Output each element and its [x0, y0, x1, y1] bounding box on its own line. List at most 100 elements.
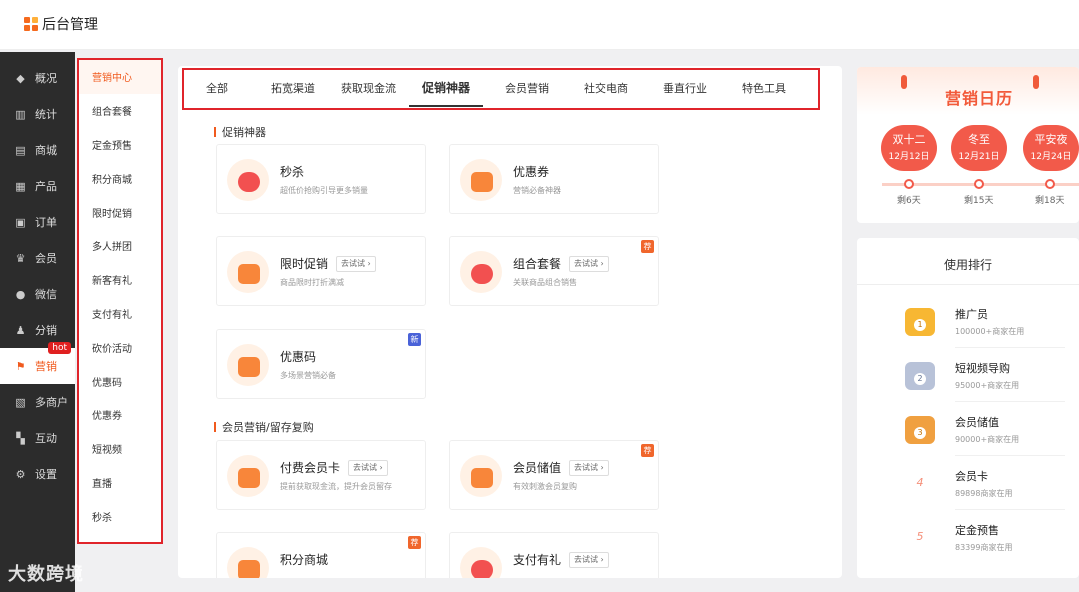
section-title-promo: 促销神器: [214, 124, 266, 140]
tool-card-pay-gift[interactable]: 支付有礼 去试试 ›: [449, 532, 659, 578]
submenu-item-new-customer[interactable]: 新客有礼: [79, 263, 161, 297]
calendar-event[interactable]: 双十二 12月12日: [881, 125, 937, 171]
tab-social-commerce[interactable]: 社交电商: [562, 70, 641, 108]
coupon-icon: [460, 159, 502, 201]
sidebar-item-orders[interactable]: ▣ 订单: [0, 204, 75, 240]
ranking-item[interactable]: 1 推广员 100000+商家在用: [899, 294, 1079, 348]
card-desc: 超低价抢购引导更多销量: [280, 186, 368, 195]
sidebar-item-multi-merchant[interactable]: ▧ 多商户: [0, 384, 75, 420]
submenu-item-live[interactable]: 直播: [79, 466, 161, 500]
try-button[interactable]: 去试试 ›: [336, 255, 376, 272]
sidebar-item-marketing[interactable]: ⚑ 营销 hot: [0, 342, 75, 384]
try-button[interactable]: 去试试 ›: [569, 459, 609, 476]
event-name: 冬至: [968, 133, 990, 146]
submenu-item-group-buy[interactable]: 多人拼团: [79, 229, 161, 263]
ranking-item-count: 90000+商家在用: [955, 435, 1020, 444]
ranking-item-count: 95000+商家在用: [955, 381, 1020, 390]
sidebar-item-label: 设置: [35, 468, 57, 481]
tool-card-combo[interactable]: 组合套餐 去试试 › 关联商品组合销售 荐: [449, 236, 659, 306]
tool-card-points-mall[interactable]: 积分商城 荐: [216, 532, 426, 578]
calendar-event[interactable]: 平安夜 12月24日: [1023, 125, 1079, 171]
calendar-event[interactable]: 冬至 12月21日: [951, 125, 1007, 171]
tool-card-seckill[interactable]: 秒杀 超低价抢购引导更多销量: [216, 144, 426, 214]
sidebar-item-label: 商城: [35, 144, 57, 157]
watermark: 大数跨境: [8, 564, 84, 585]
sidebar-item-overview[interactable]: ◆ 概况: [0, 60, 75, 96]
marketing-calendar: 营销日历 双十二 12月12日 冬至 12月21日 平安夜 12月24日 剩6天…: [857, 67, 1079, 223]
ranking-item[interactable]: 4 会员卡 89898商家在用: [899, 456, 1079, 510]
try-button[interactable]: 去试试 ›: [569, 255, 609, 272]
card-title: 会员储值: [513, 461, 562, 475]
try-button[interactable]: 去试试 ›: [569, 551, 609, 568]
rank-number: 4: [916, 476, 924, 489]
submenu-item-seckill[interactable]: 秒杀: [79, 499, 161, 533]
usage-ranking: 使用排行 1 推广员 100000+商家在用 2 短视频导购 95000+商家在…: [857, 238, 1079, 578]
ranking-item[interactable]: 2 短视频导购 95000+商家在用: [899, 348, 1079, 402]
tool-card-paid-member[interactable]: 付费会员卡 去试试 › 提前获取现金流，提升会员留存: [216, 440, 426, 510]
submenu-item-short-video[interactable]: 短视频: [79, 432, 161, 466]
card-desc: 关联商品组合销售: [513, 278, 577, 287]
sidebar-item-settings[interactable]: ⚙ 设置: [0, 456, 75, 492]
sidebar-item-label: 营销: [35, 360, 57, 373]
gear-icon: ⚙: [15, 467, 26, 481]
submenu-item-pay-gift[interactable]: 支付有礼: [79, 297, 161, 331]
ranking-item[interactable]: 3 会员储值 90000+商家在用: [899, 402, 1079, 456]
sidebar-item-wechat[interactable]: ● 微信: [0, 276, 75, 312]
ranking-item[interactable]: 5 定金预售 83399商家在用: [899, 510, 1079, 564]
event-date: 12月21日: [958, 152, 1000, 162]
ranking-item-name: 短视频导购: [955, 362, 1010, 375]
sidebar-item-label: 微信: [35, 288, 57, 301]
tab-vertical-industry[interactable]: 垂直行业: [641, 70, 720, 108]
gold-medal-icon: 1: [905, 308, 935, 336]
discount-icon: [227, 251, 269, 293]
try-button[interactable]: 去试试 ›: [348, 459, 388, 476]
recommend-badge: 荐: [641, 444, 654, 457]
shop-icon: ▤: [15, 143, 26, 157]
sidebar-item-interaction[interactable]: ▚ 互动: [0, 420, 75, 456]
submenu-item-flash-promo[interactable]: 限时促销: [79, 195, 161, 229]
vip-card-icon: [227, 455, 269, 497]
tool-card-member-deposit[interactable]: 会员储值 去试试 › 有效刺激会员复购 荐: [449, 440, 659, 510]
tool-card-coupon[interactable]: 优惠券 营销必备神器: [449, 144, 659, 214]
sidebar-item-label: 统计: [35, 108, 57, 121]
tab-promo-tools[interactable]: 促销神器: [409, 71, 484, 107]
pay-gift-icon: [460, 547, 502, 578]
timeline-dot: [904, 179, 914, 189]
submenu-item-combo[interactable]: 组合套餐: [79, 94, 161, 128]
sidebar-item-members[interactable]: ♛ 会员: [0, 240, 75, 276]
ranking-item-count: 83399商家在用: [955, 543, 1013, 552]
submenu-item-points-mall[interactable]: 积分商城: [79, 161, 161, 195]
submenu-item-bargain[interactable]: 砍价活动: [79, 330, 161, 364]
tab-all[interactable]: 全部: [184, 70, 241, 108]
crown-icon: ♛: [15, 251, 26, 265]
card-title: 付费会员卡: [280, 461, 341, 475]
grid-icon: ▦: [15, 179, 26, 193]
pin-icon: [1033, 75, 1039, 89]
brand[interactable]: 后台管理: [24, 14, 98, 34]
top-bar: 后台管理: [0, 0, 1079, 50]
new-badge: 新: [408, 333, 421, 346]
submenu-item-marketing-center[interactable]: 营销中心: [79, 60, 161, 94]
card-desc: 营销必备神器: [513, 186, 561, 195]
sidebar-item-stats[interactable]: ▥ 统计: [0, 96, 75, 132]
ranking-title: 使用排行: [943, 258, 992, 272]
wechat-icon: ●: [15, 287, 26, 301]
sidebar-item-shop[interactable]: ▤ 商城: [0, 132, 75, 168]
tab-expand-channels[interactable]: 拓宽渠道: [241, 70, 328, 108]
tool-card-promo-code[interactable]: 优惠码 多场景营销必备 新: [216, 329, 426, 399]
pin-icon: [901, 75, 907, 89]
tab-member-marketing[interactable]: 会员营销: [483, 70, 562, 108]
tool-card-flash-promo[interactable]: 限时促销 去试试 › 商品限时打折满减: [216, 236, 426, 306]
submenu-item-presale[interactable]: 定金预售: [79, 128, 161, 162]
store-icon: ▧: [15, 395, 26, 409]
tab-special-tools[interactable]: 特色工具: [720, 70, 799, 108]
sidebar-item-products[interactable]: ▦ 产品: [0, 168, 75, 204]
ranking-item-name: 推广员: [955, 308, 988, 321]
apps-icon: ▚: [16, 431, 25, 445]
card-title: 限时促销: [280, 257, 329, 271]
submenu-item-promo-code[interactable]: 优惠码: [79, 364, 161, 398]
combo-icon: [460, 251, 502, 293]
tab-cash-flow[interactable]: 获取现金流: [328, 70, 409, 108]
submenu-item-coupon[interactable]: 优惠券: [79, 398, 161, 432]
main-panel: 全部 拓宽渠道 获取现金流 促销神器 会员营销 社交电商 垂直行业 特色工具 促…: [178, 66, 842, 578]
